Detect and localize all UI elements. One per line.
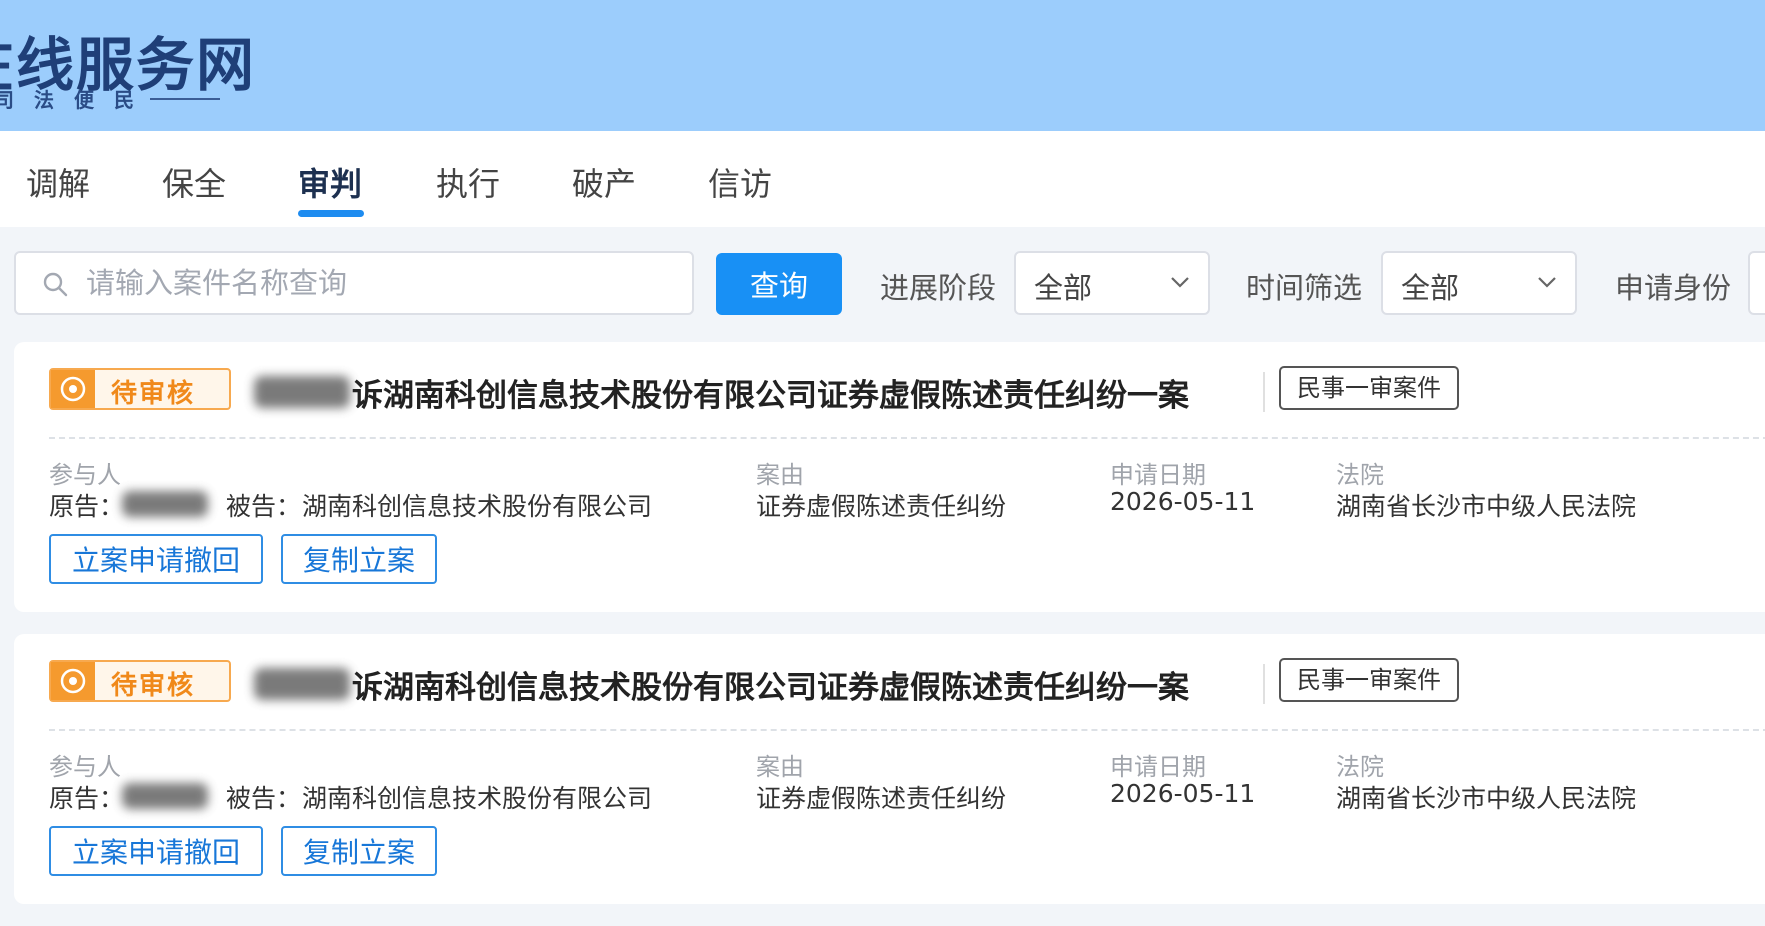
- active-tab-indicator: [298, 210, 364, 217]
- identity-select[interactable]: [1748, 251, 1765, 315]
- time-select-value: 全部: [1401, 271, 1460, 305]
- case-title[interactable]: 诉湖南科创信息技术股份有限公司证券虚假陈述责任纠纷一案: [352, 662, 1189, 707]
- withdraw-filing-button[interactable]: 立案申请撤回: [49, 826, 263, 876]
- defendant-label: 被告：: [226, 492, 302, 521]
- case-title[interactable]: 诉湖南科创信息技术股份有限公司证券虚假陈述责任纠纷一案: [352, 370, 1189, 415]
- plaintiff-label: 原告：: [49, 784, 125, 813]
- court-label: 法院: [1336, 461, 1384, 489]
- apply-date-value: 2026-05-11: [1110, 779, 1256, 808]
- title-divider: [1263, 372, 1265, 412]
- status-text: 待审核: [111, 379, 196, 409]
- participants-label: 参与人: [49, 753, 121, 781]
- stage-filter-label: 进展阶段: [880, 271, 997, 305]
- title-divider: [1263, 664, 1265, 704]
- cause-value: 证券虚假陈述责任纠纷: [756, 492, 1007, 521]
- apply-date-label: 申请日期: [1110, 461, 1206, 489]
- tab-preservation[interactable]: 保全: [162, 159, 226, 205]
- redacted-plaintiff: [122, 783, 208, 809]
- defendant-value: 湖南科创信息技术股份有限公司: [302, 492, 653, 521]
- cause-label: 案由: [756, 753, 804, 781]
- time-filter-label: 时间筛选: [1246, 271, 1363, 305]
- site-slogan: 司法便民: [0, 88, 154, 112]
- apply-date-label: 申请日期: [1110, 753, 1206, 781]
- query-button[interactable]: 查询: [716, 253, 842, 315]
- court-value: 湖南省长沙市中级人民法院: [1336, 492, 1637, 521]
- search-box: [14, 251, 694, 315]
- search-icon: [43, 272, 68, 297]
- redacted-plaintiff-name: [254, 668, 350, 700]
- tab-bar: 调解 保全 审判 执行 破产 信访: [0, 131, 1765, 227]
- copy-filing-button[interactable]: 复制立案: [281, 534, 437, 584]
- tab-bankruptcy[interactable]: 破产: [572, 159, 636, 205]
- search-input[interactable]: [86, 261, 676, 305]
- stage-select-value: 全部: [1034, 271, 1093, 305]
- court-value: 湖南省长沙市中级人民法院: [1336, 784, 1637, 813]
- time-select[interactable]: 全部: [1381, 251, 1577, 315]
- header-banner: 在线服务网 司法便民: [0, 0, 1765, 131]
- participants-label: 参与人: [49, 461, 121, 489]
- pending-icon: [51, 662, 95, 700]
- copy-filing-button[interactable]: 复制立案: [281, 826, 437, 876]
- dashed-divider: [49, 729, 1765, 731]
- case-card: 待审核 诉湖南科创信息技术股份有限公司证券虚假陈述责任纠纷一案 民事一审案件 参…: [14, 634, 1765, 904]
- status-badge: 待审核: [49, 660, 231, 702]
- chevron-down-icon: [1538, 277, 1556, 288]
- stage-select[interactable]: 全部: [1014, 251, 1210, 315]
- tab-trial[interactable]: 审判: [298, 159, 362, 205]
- plaintiff-label: 原告：: [49, 492, 125, 521]
- dashed-divider: [49, 437, 1765, 439]
- status-badge: 待审核: [49, 368, 231, 410]
- cause-label: 案由: [756, 461, 804, 489]
- case-type-tag: 民事一审案件: [1279, 658, 1459, 702]
- tab-petition[interactable]: 信访: [708, 159, 772, 205]
- case-type-tag: 民事一审案件: [1279, 366, 1459, 410]
- case-card: 待审核 诉湖南科创信息技术股份有限公司证券虚假陈述责任纠纷一案 民事一审案件 参…: [14, 342, 1765, 612]
- apply-date-value: 2026-05-11: [1110, 487, 1256, 516]
- tab-enforcement[interactable]: 执行: [436, 159, 500, 205]
- defendant-value: 湖南科创信息技术股份有限公司: [302, 784, 653, 813]
- redacted-plaintiff: [122, 491, 208, 517]
- defendant-label: 被告：: [226, 784, 302, 813]
- identity-filter-label: 申请身份: [1615, 271, 1732, 305]
- logo-divider: [150, 98, 220, 100]
- pending-icon: [51, 370, 95, 408]
- court-label: 法院: [1336, 753, 1384, 781]
- redacted-plaintiff-name: [254, 376, 350, 408]
- status-text: 待审核: [111, 671, 196, 701]
- withdraw-filing-button[interactable]: 立案申请撤回: [49, 534, 263, 584]
- cause-value: 证券虚假陈述责任纠纷: [756, 784, 1007, 813]
- chevron-down-icon: [1171, 277, 1189, 288]
- tab-mediation[interactable]: 调解: [26, 159, 90, 205]
